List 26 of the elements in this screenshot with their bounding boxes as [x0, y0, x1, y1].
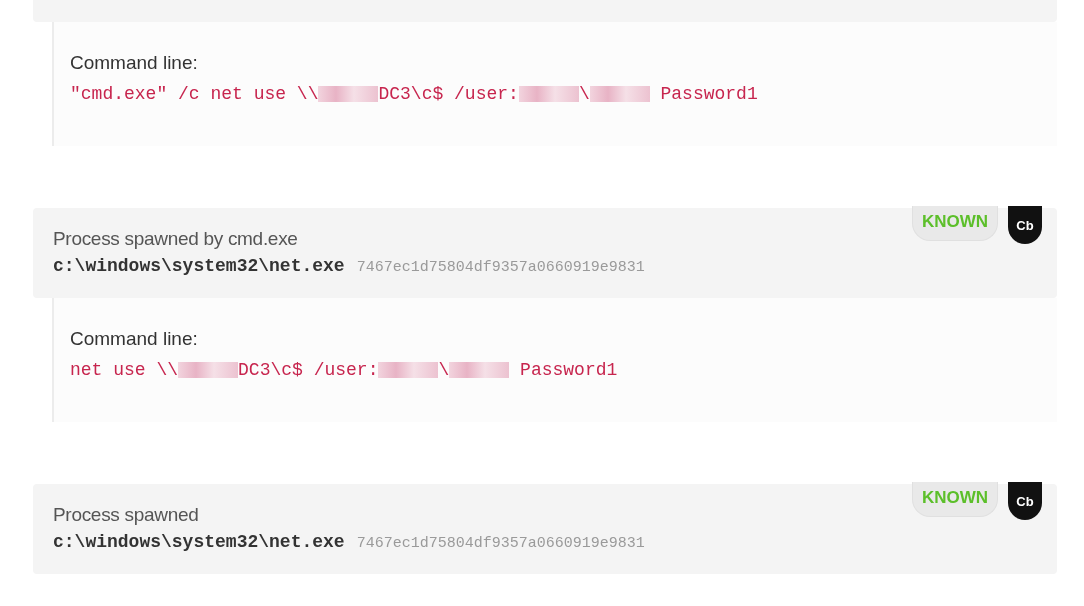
process-title: Process spawned by cmd.exe — [53, 228, 299, 250]
vendor-badge: Cb — [1008, 206, 1042, 244]
command-text: \ — [578, 84, 590, 104]
status-badge: KNOWN — [911, 482, 998, 517]
process-path: c:\windows\system32\net.exe — [53, 532, 345, 552]
command-text: Password1 — [519, 360, 618, 380]
command-text: DC3\c$ /user: — [238, 360, 379, 380]
command-label: Command line: — [70, 328, 199, 350]
redacted-block — [378, 362, 439, 378]
command-text: \ — [438, 360, 450, 380]
command-text: Password1 — [659, 84, 758, 104]
process-hash: 7467ec1d75804df9357a0660919e9831 — [356, 535, 645, 552]
command-text: net use \\ — [70, 360, 179, 380]
redacted-block — [449, 362, 510, 378]
redacted-block — [518, 86, 579, 102]
redacted-block — [318, 86, 379, 102]
process-hash: 7467ec1d75804df9357a0660919e9831 — [356, 259, 645, 276]
status-badge: KNOWN — [911, 206, 998, 241]
process-path: c:\windows\system32\net.exe — [53, 256, 345, 276]
redacted-block — [589, 86, 650, 102]
command-text: "cmd.exe" /c net use \\ — [70, 84, 319, 104]
vendor-badge: Cb — [1008, 482, 1042, 520]
command-label: Command line: — [70, 52, 199, 74]
redacted-block — [178, 362, 239, 378]
process-title: Process spawned — [53, 504, 200, 526]
command-text: DC3\c$ /user: — [378, 84, 519, 104]
